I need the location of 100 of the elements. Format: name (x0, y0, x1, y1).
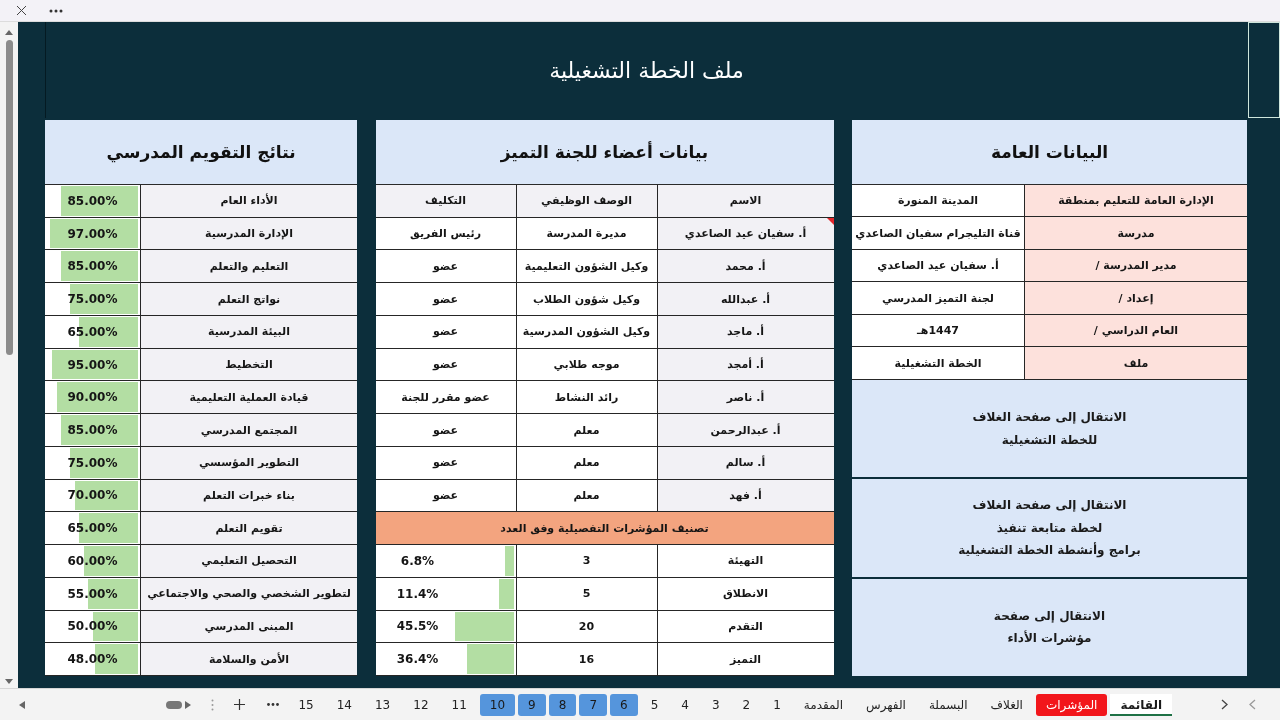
label-cell: إعداد / (1025, 282, 1247, 315)
table-cell: 3 (516, 545, 658, 578)
sheet-tab[interactable]: البسملة (918, 693, 978, 716)
sheet-tab[interactable]: 14 (326, 693, 362, 716)
table-cell: وكيل الشؤون التعليمية (516, 250, 658, 284)
percentage-value: 11.4% (396, 586, 439, 601)
percentage-value: 85.00% (67, 193, 118, 208)
scrollbar-thumb[interactable] (5, 40, 13, 355)
table-cell: التخطيط (141, 348, 357, 382)
percentage-value: 36.4% (396, 652, 439, 667)
scrollbar-thumb[interactable] (166, 700, 183, 709)
percentage-value: 65.00% (67, 521, 118, 536)
sheet-tab[interactable]: 8 (548, 693, 577, 716)
percentage-value: 65.00% (67, 324, 118, 339)
table-cell: وكيل شؤون الطلاب (516, 283, 658, 316)
table-cell: معلم (516, 479, 658, 513)
more-icon[interactable] (267, 703, 280, 706)
table-cell: التحصيل التعليمي (141, 545, 357, 578)
close-icon[interactable] (16, 5, 27, 16)
sheet-tab[interactable]: 7 (579, 693, 607, 716)
table-cell: عضو (375, 250, 517, 284)
chevron-right-icon[interactable] (1221, 699, 1228, 710)
percentage-value: 55.00% (67, 586, 118, 601)
sheet-tab[interactable]: 3 (701, 693, 730, 716)
more-icon[interactable] (49, 8, 63, 13)
panel-title: نتائج التقويم المدرسي (106, 142, 296, 162)
sheet-tab[interactable]: 9 (518, 693, 546, 716)
table-cell: أ. سالم (657, 446, 834, 480)
sheet-tab[interactable]: المؤشرات (1035, 693, 1108, 716)
value-cell: قناة التليجرام سفيان الصاعدي (852, 217, 1025, 250)
table-cell: التقدم (657, 610, 834, 644)
percentage-value: 75.00% (67, 292, 118, 307)
navigation-link[interactable]: الانتقال إلى صفحة الغلاف للخطة التشغيلية (852, 379, 1247, 480)
table-cell: الإدارة المدرسية (141, 217, 357, 251)
sheet-tab[interactable]: المقدمة (793, 693, 854, 716)
panel-title: بيانات أعضاء للجنة التميز (500, 142, 709, 162)
section-heading: تصنيف المؤشرات التفصيلية وفق العدد (375, 512, 834, 546)
sheet-title: ملف الخطة التشغيلية (549, 57, 744, 83)
sheet-tab[interactable]: 12 (403, 693, 439, 716)
table-cell: معلم (516, 414, 658, 447)
sheet-tab[interactable]: 6 (610, 693, 638, 716)
percentage-value: 95.00% (67, 357, 118, 372)
value-cell: أ. سفيان عيد الصاعدي (852, 249, 1025, 283)
table-cell: التهيئة (657, 545, 834, 578)
percentage-value: 85.00% (67, 259, 118, 274)
percentage-value: 70.00% (67, 488, 118, 503)
table-cell: مديرة المدرسة (516, 217, 658, 251)
table-cell: عضو (375, 348, 517, 382)
scroll-down-icon[interactable] (5, 679, 13, 684)
table-cell: الأداء العام (141, 185, 357, 218)
sheet-tab[interactable]: 10 (479, 693, 516, 716)
scroll-left-icon[interactable] (19, 700, 25, 709)
sheet-tab[interactable]: الغلاف (980, 693, 1033, 716)
value-cell: 1447هـ (852, 314, 1025, 348)
table-cell: موجه طلابي (516, 348, 658, 382)
sheet-tab[interactable]: 15 (288, 693, 324, 716)
scroll-up-icon[interactable] (5, 30, 13, 35)
table-cell: عضو (375, 446, 517, 480)
sheet-tab[interactable]: 2 (732, 693, 761, 716)
table-cell: التطوير المؤسسي (141, 446, 357, 480)
label-cell: ملف (1025, 347, 1247, 380)
label-cell: مدير المدرسة / (1025, 249, 1247, 283)
navigation-link[interactable]: الانتقال إلى صفحة مؤشرات الأداء (852, 578, 1247, 677)
sheet-tab[interactable]: 4 (671, 693, 699, 716)
percentage-value: 6.8% (400, 553, 435, 568)
table-cell: 20 (516, 610, 658, 644)
table-cell: أ. ناصر (657, 381, 834, 415)
navigation-link[interactable]: الانتقال إلى صفحة الغلاف لخطة متابعة تنفيذ برامج وأنشطة الخطة التشغيلية (852, 479, 1247, 579)
column-header: الاسم (657, 185, 834, 218)
sheet-tab[interactable]: 11 (441, 693, 477, 716)
sheet-tab[interactable]: 1 (763, 693, 791, 716)
table-cell: أ. عبدالرحمن (657, 414, 834, 447)
sheet-tab[interactable]: الفهرس (856, 693, 916, 716)
table-cell: عضو (375, 315, 517, 349)
table-cell: أ. فهد (657, 479, 834, 513)
table-cell: تقويم التعلم (141, 512, 357, 546)
value-cell: المدينة المنورة (852, 185, 1025, 218)
table-cell: الانطلاق (657, 577, 834, 611)
table-cell: بناء خبرات التعلم (141, 479, 357, 513)
table-cell: نواتج التعلم (141, 283, 357, 316)
table-cell: رئيس الفريق (375, 217, 517, 251)
table-cell: أ. ماجد (657, 315, 834, 349)
vertical-dots-icon[interactable] (211, 698, 215, 711)
table-cell: لتطوير الشخصي والصحي والاجتماعي (141, 577, 357, 611)
sheet-tab[interactable]: 13 (364, 693, 401, 716)
scroll-right-icon[interactable] (185, 700, 192, 709)
value-cell: لجنة التميز المدرسي (852, 282, 1025, 315)
column-header: التكليف (375, 185, 517, 218)
table-cell: عضو (375, 479, 517, 513)
sheet-tab[interactable]: القائمة (1110, 693, 1172, 716)
percentage-value: 85.00% (67, 423, 118, 437)
table-cell: التعليم والتعلم (141, 250, 357, 284)
sheet-tab[interactable]: 5 (640, 693, 669, 716)
label-cell: الإدارة العامة للتعليم بمنطقة (1025, 185, 1247, 218)
table-cell: أ. سفيان عيد الصاعدي (657, 217, 834, 251)
column-header: الوصف الوظيفي (516, 185, 658, 218)
table-cell: البيئة المدرسية (141, 315, 357, 349)
vertical-scrollbar[interactable] (0, 22, 18, 688)
table-cell: عضو (375, 414, 517, 447)
add-icon[interactable] (234, 699, 246, 710)
